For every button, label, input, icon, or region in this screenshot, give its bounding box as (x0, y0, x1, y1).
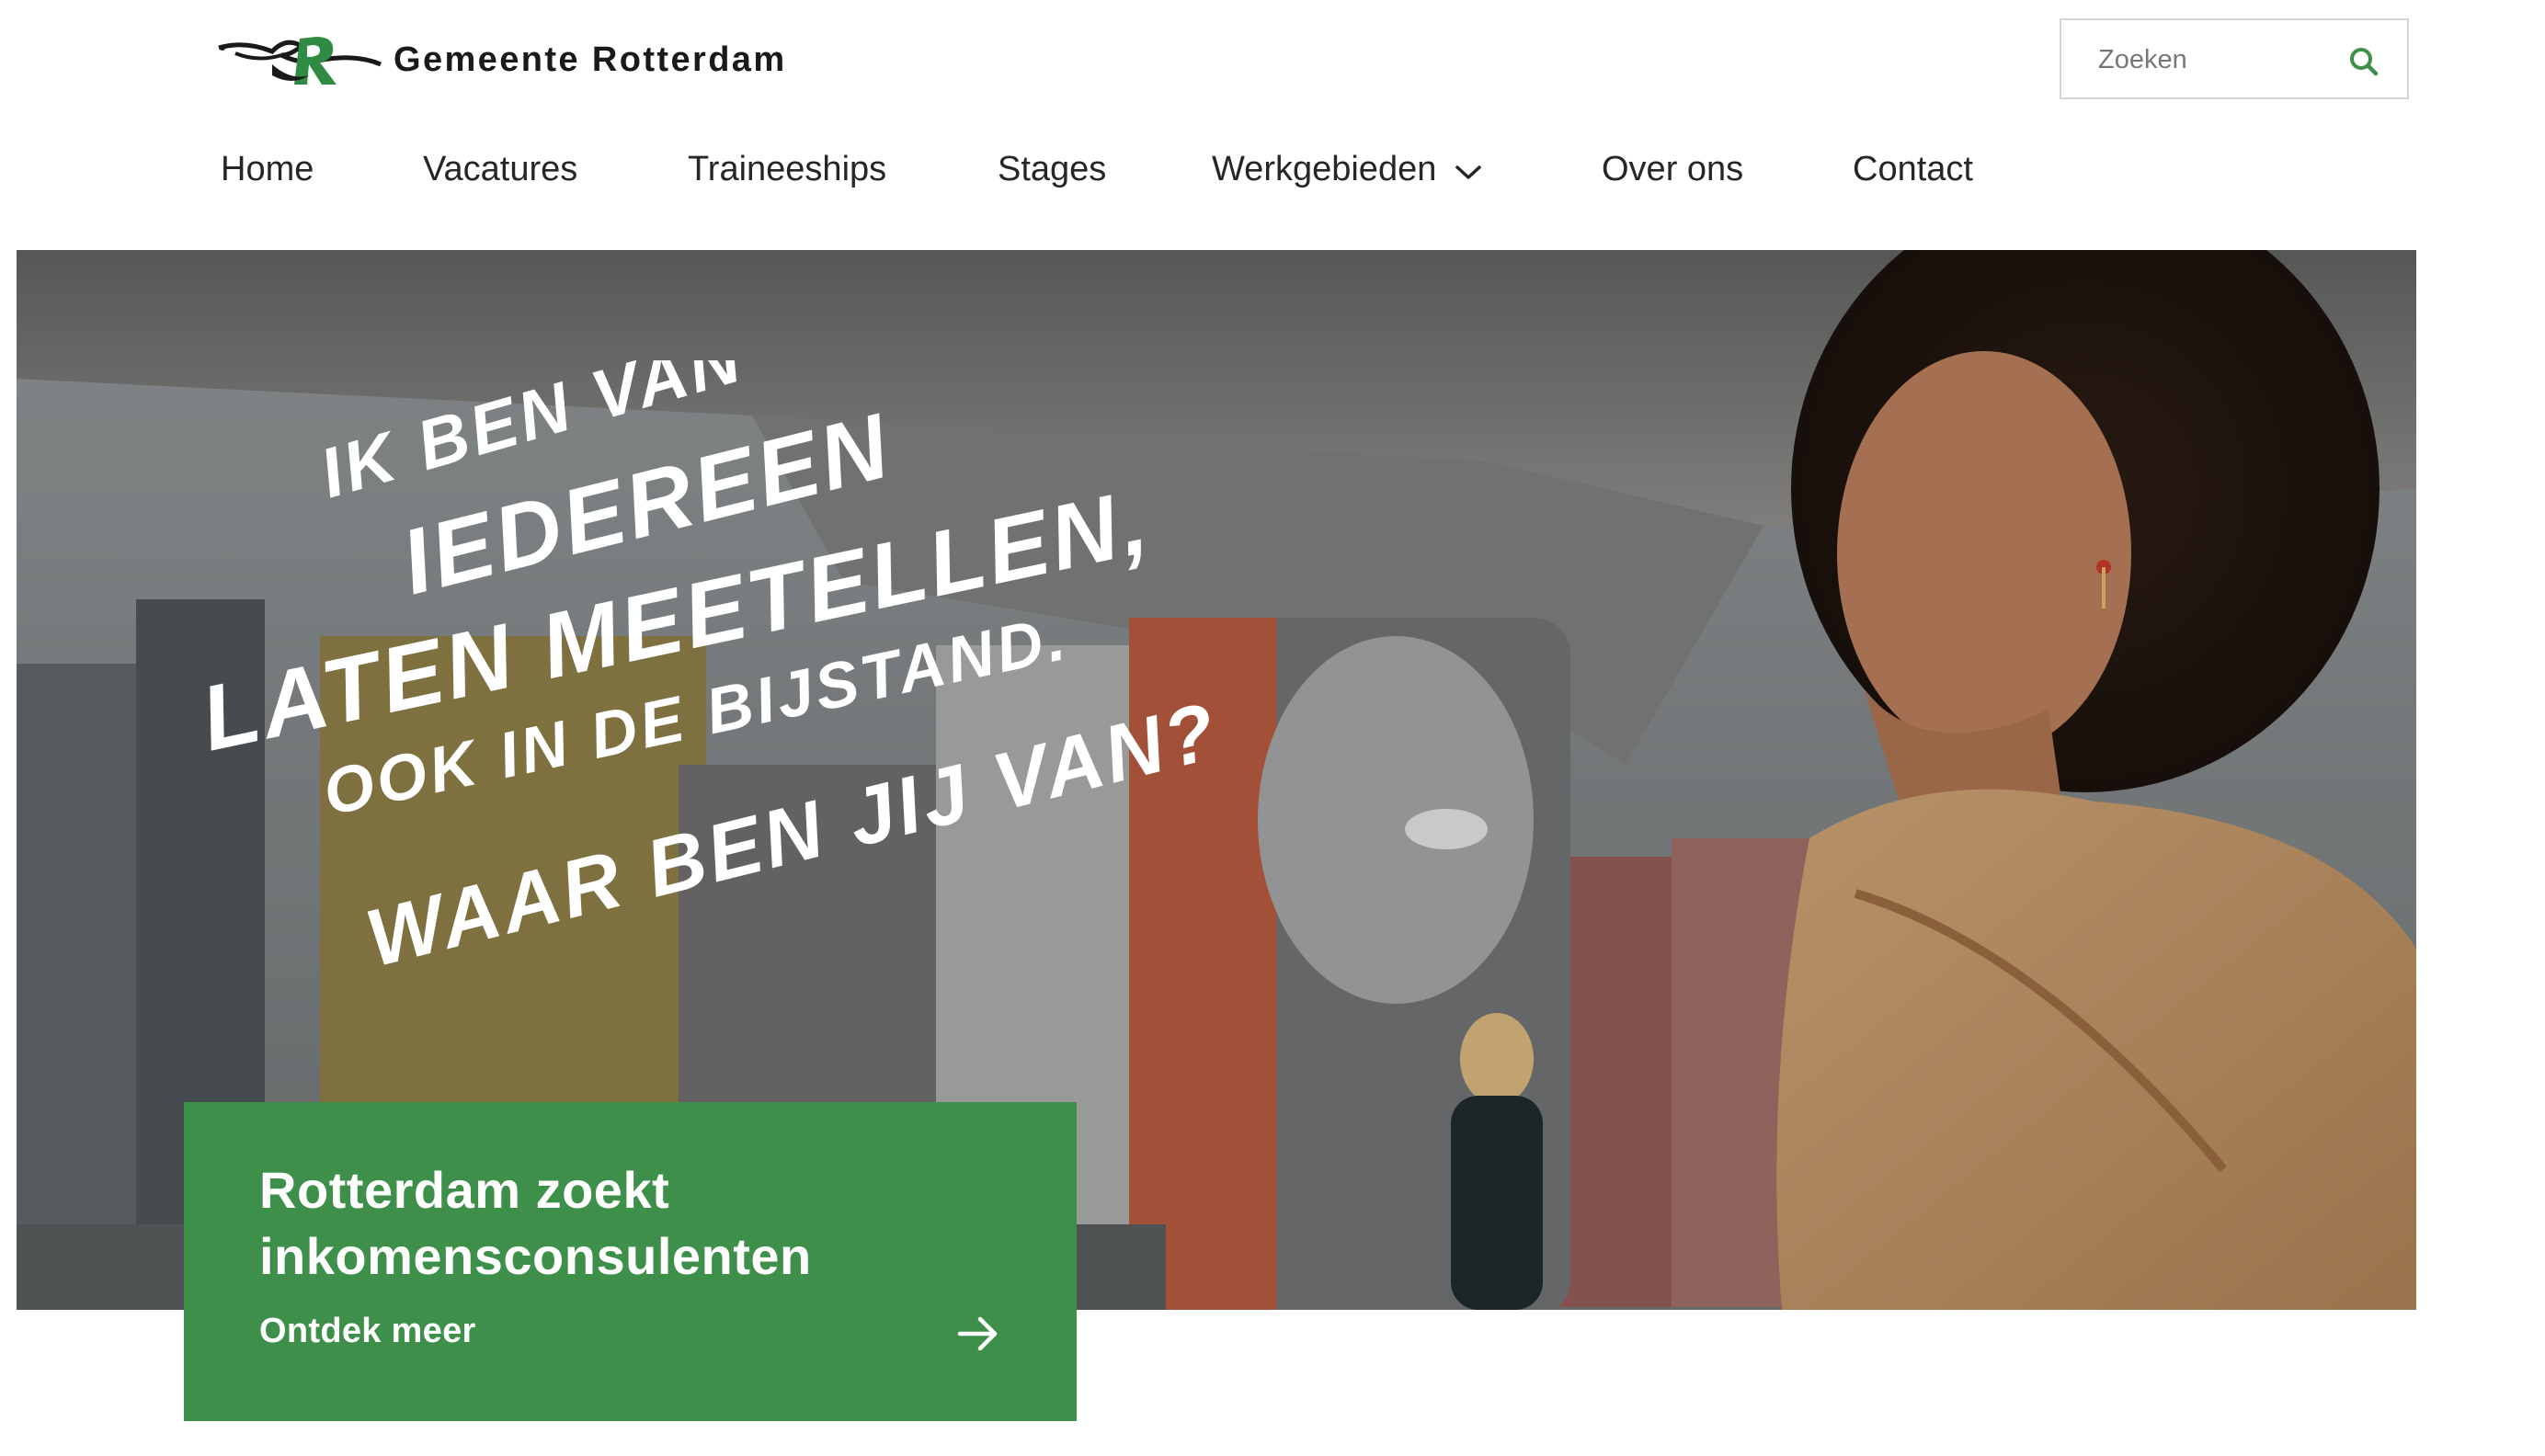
promo-link[interactable]: Ontdek meer (259, 1312, 476, 1351)
nav-item-contact[interactable]: Contact (1853, 143, 1973, 195)
promo-title-line-2: inkomensconsulenten (259, 1227, 812, 1285)
search-icon (2350, 48, 2379, 76)
site-name: Gemeente Rotterdam (394, 40, 787, 79)
nav-item-vacatures[interactable]: Vacatures (423, 143, 577, 195)
nav-item-over-ons[interactable]: Over ons (1602, 143, 1743, 195)
search-box (2060, 18, 2409, 99)
promo-title: Rotterdam zoekt inkomensconsulenten (259, 1157, 1013, 1290)
promo-title-line-1: Rotterdam zoekt (259, 1161, 670, 1219)
chevron-down-icon (1455, 145, 1482, 197)
nav-item-werkgebieden-label: Werkgebieden (1212, 150, 1437, 188)
nav-item-werkgebieden[interactable]: Werkgebieden (1212, 143, 1482, 195)
search-input[interactable] (2098, 40, 2328, 79)
site-logo[interactable]: Gemeente Rotterdam (217, 28, 787, 92)
nav-item-stages[interactable]: Stages (998, 143, 1106, 195)
arrow-right-icon[interactable] (956, 1312, 1000, 1356)
nav-item-traineeships[interactable]: Traineeships (688, 143, 886, 195)
nav-item-home[interactable]: Home (221, 143, 314, 195)
promo-card[interactable]: Rotterdam zoekt inkomensconsulenten Ontd… (184, 1102, 1077, 1421)
search-button[interactable] (2341, 39, 2387, 85)
hero-slogan: IK BEN VAN IEDEREEN LATEN MEETELLEN, OOK… (192, 360, 1227, 984)
rotterdam-logo-icon (218, 37, 382, 85)
